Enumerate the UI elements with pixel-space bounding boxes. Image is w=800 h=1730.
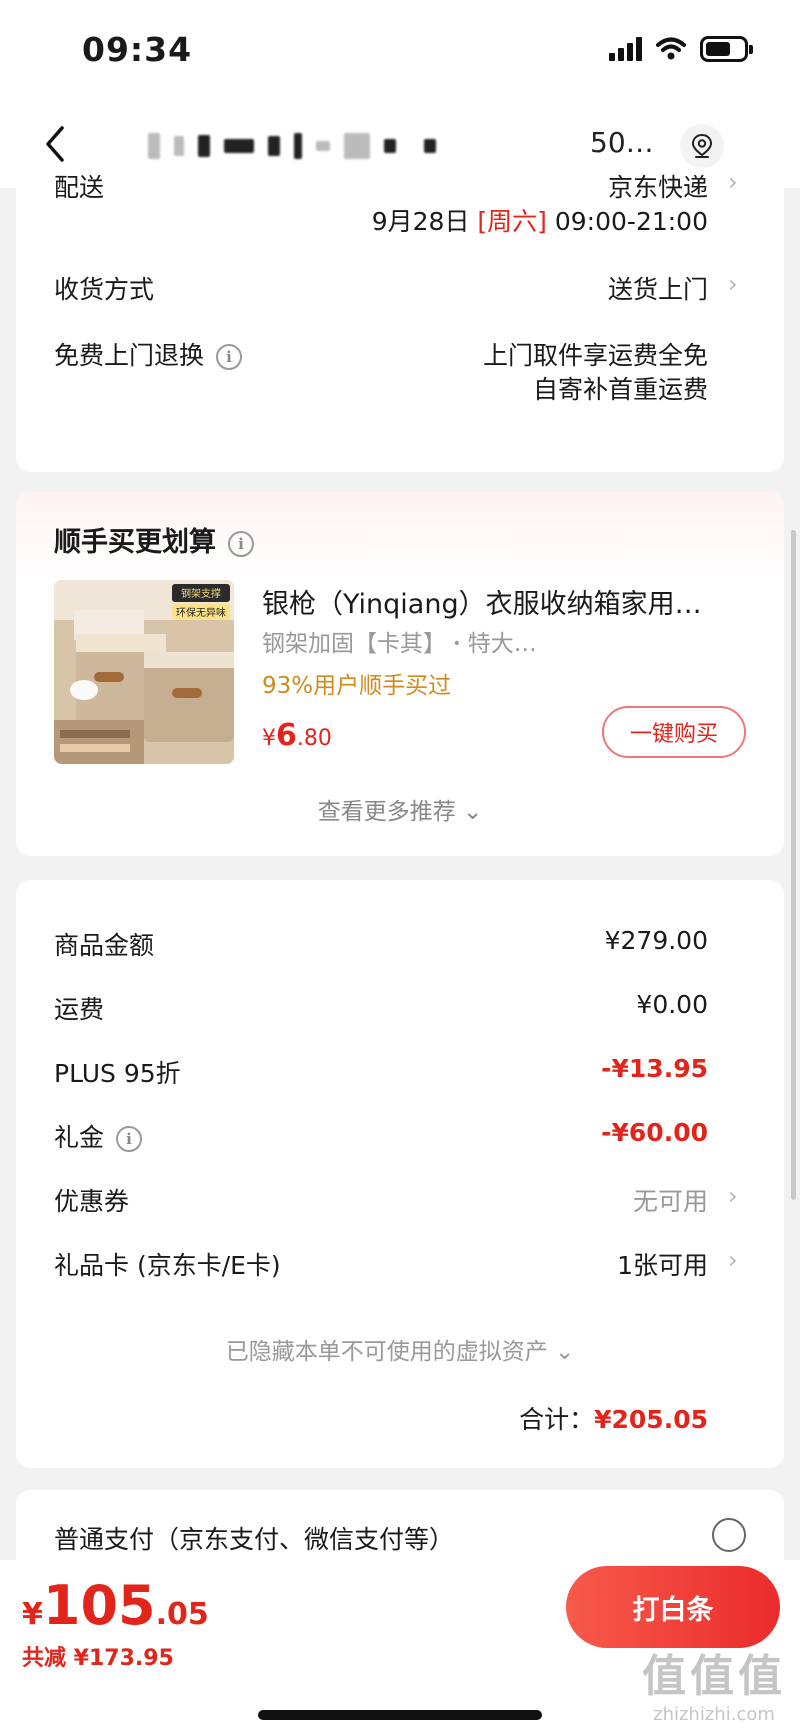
plus-discount-value: -¥13.95 [601,1054,708,1083]
delivery-window: 09:00-21:00 [554,207,708,236]
price-dec: .80 [296,726,332,751]
chevron-right-icon[interactable]: › [728,168,738,196]
delivery-card: 配送 京东快递 › 9月28日 [周六] 09:00-21:00 收货方式 送货… [16,168,784,472]
signal-icon [609,37,642,61]
goods-amount-label: 商品金额 [54,931,155,960]
product-note: 93%用户顺手买过 [262,673,452,699]
product-spec: 钢架加固【卡其】 ꞏ 特大… [262,631,537,657]
receive-method-value[interactable]: 送货上门 [608,270,708,306]
location-button[interactable] [680,124,724,168]
chevron-right-icon[interactable]: › [728,1246,738,1274]
amounts-card: 商品金额 ¥279.00 运费 ¥0.00 PLUS 95折 -¥13.95 礼… [16,880,784,1468]
free-return-text: 免费上门退换 [54,341,205,370]
gift-card-value[interactable]: 1张可用 [617,1246,708,1282]
coupon-label: 优惠券 [54,1187,130,1216]
gift-money-value: -¥60.00 [601,1118,708,1147]
thumb-tag-1: 钢架支撑 [181,587,221,600]
more-recommend-link[interactable]: 查看更多推荐 ⌄ [16,792,784,826]
status-icons [609,36,753,62]
payment-radio[interactable] [712,1518,746,1552]
pay-currency: ¥ [22,1597,43,1632]
hidden-assets-toggle[interactable]: 已隐藏本单不可使用的虚拟资产 ⌄ [16,1332,784,1366]
battery-icon [700,36,753,62]
free-return-line2: 自寄补首重运费 [532,375,708,404]
wifi-icon [656,37,686,60]
pay-amount: ¥105.05 [22,1574,209,1637]
redacted-address [148,128,436,164]
location-pin-icon [691,133,713,158]
status-bar: 09:34 [0,0,800,100]
delivery-label: 配送 [54,173,105,202]
free-return-label: 免费上门退换 i [54,336,243,372]
total-saved: 共减 ¥173.95 [22,1646,174,1671]
watermark-logo: 值值值 [642,1651,786,1702]
back-arrow-icon[interactable] [40,122,70,166]
coupon-value[interactable]: 无可用 [633,1182,708,1218]
shipping-label: 运费 [54,995,105,1024]
scrollbar[interactable] [791,530,796,1200]
pay-amount-dec: .05 [155,1597,209,1632]
gift-card-label: 礼品卡 (京东卡/E卡) [54,1251,281,1280]
goods-amount-value: ¥279.00 [604,926,708,955]
normal-payment-label[interactable]: 普通支付（京东支付、微信支付等） [54,1520,454,1556]
receive-method-label: 收货方式 [54,275,155,304]
delivery-weekday: [周六] [477,207,547,236]
status-time: 09:34 [82,30,193,69]
delivery-time[interactable]: 9月28日 [周六] 09:00-21:00 [372,202,708,238]
order-total: 合计：¥205.05 [519,1400,708,1436]
baitiao-pay-button[interactable]: 打白条 [566,1566,780,1648]
watermark-url: zhizhizhi.com [653,1704,775,1725]
delivery-carrier[interactable]: 京东快递 [608,168,708,204]
recommend-title: 顺手买更划算 i [54,520,254,559]
shipping-value: ¥0.00 [636,990,708,1019]
address-tail: 50… [590,126,654,159]
gift-money-text: 礼金 [54,1123,105,1152]
info-icon[interactable]: i [116,1126,143,1152]
thumb-tag-2: 环保无异味 [176,606,226,619]
chevron-right-icon[interactable]: › [728,270,738,298]
delivery-date: 9月28日 [371,207,470,236]
info-icon[interactable]: i [228,530,254,557]
product-name[interactable]: 银枪（Yinqiang）衣服收纳箱家用… [262,582,752,621]
recommend-title-text: 顺手买更划算 [54,527,216,558]
recommend-card: 顺手买更划算 i 钢架支撑 环保无异味 银枪（Yinqiang）衣服收纳箱家用… … [16,492,784,856]
plus-discount-label: PLUS 95折 [54,1059,181,1088]
info-icon[interactable]: i [216,344,243,370]
price-currency: ¥ [262,726,276,751]
price-int: 6 [276,718,297,753]
free-return-line1: 上门取件享运费全免 [482,341,708,370]
product-thumbnail[interactable]: 钢架支撑 环保无异味 [54,580,234,764]
pay-amount-int: 105 [42,1574,156,1637]
total-value: ¥205.05 [594,1405,708,1434]
one-click-buy-button[interactable]: 一键购买 [602,706,746,758]
total-label: 合计： [519,1405,595,1434]
product-price: ¥6.80 [262,718,332,753]
gift-money-label: 礼金 i [54,1118,143,1154]
home-indicator[interactable] [258,1710,542,1720]
watermark: 值值值 zhizhizhi.com [642,1640,786,1725]
chevron-right-icon[interactable]: › [728,1182,738,1210]
